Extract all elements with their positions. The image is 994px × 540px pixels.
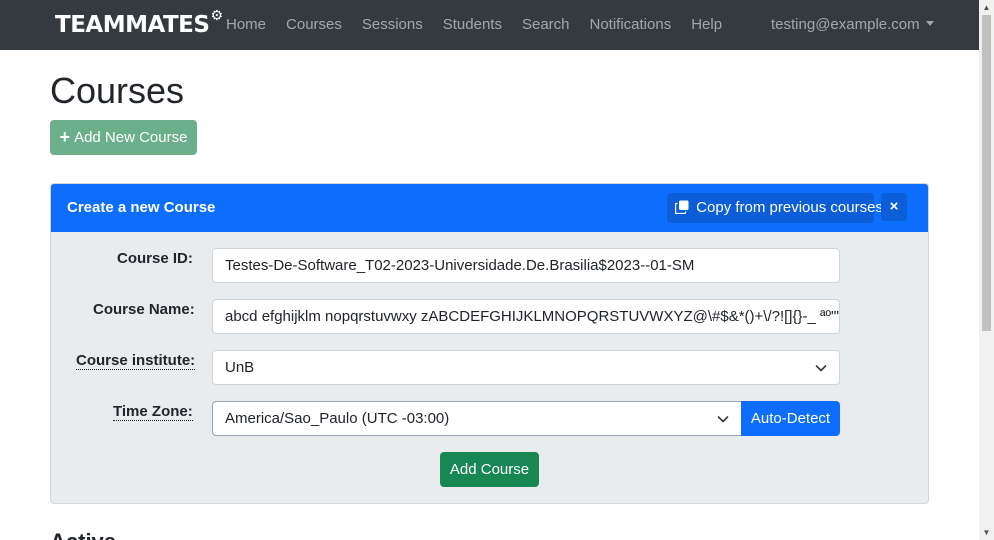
course-institute-label: Course institute: <box>76 352 196 370</box>
chevron-down-icon <box>815 365 827 372</box>
brand-text: TEAMMATES <box>55 12 210 38</box>
copy-icon <box>675 200 689 214</box>
add-new-course-button[interactable]: + Add New Course <box>50 120 197 155</box>
scroll-up-arrow-icon[interactable]: ▲ <box>979 0 994 15</box>
course-institute-select[interactable]: UnB <box>212 350 840 385</box>
time-zone-select[interactable]: America/Sao_Paulo (UTC -03:00) <box>212 401 742 436</box>
scroll-down-arrow-icon[interactable]: ▼ <box>979 525 994 540</box>
page-scrollbar[interactable]: ▲ ▼ <box>979 0 994 540</box>
course-institute-label-text: Course institute: <box>76 352 196 370</box>
nav-notifications[interactable]: Notifications <box>580 0 682 50</box>
card-title: Create a new Course <box>67 199 216 216</box>
card-header: Create a new Course Copy from previous c… <box>51 184 928 232</box>
nav-links: Home Courses Sessions Students Search No… <box>216 0 732 50</box>
brand-logo[interactable]: TEAMMATES ⚙ <box>55 7 223 43</box>
scroll-thumb[interactable] <box>982 15 991 331</box>
chevron-down-icon <box>717 416 729 423</box>
active-courses-heading: Active <box>50 530 116 540</box>
add-course-submit-button[interactable]: Add Course <box>440 452 539 487</box>
page-title: Courses <box>50 70 185 111</box>
time-zone-label-text: Time Zone: <box>113 403 193 421</box>
course-id-input[interactable]: Testes-De-Software_T02-2023-Universidade… <box>212 248 840 283</box>
add-new-course-label: Add New Course <box>74 129 188 146</box>
caret-down-icon <box>925 21 934 26</box>
course-name-label: Course Name: <box>93 301 195 318</box>
create-course-card: Create a new Course Copy from previous c… <box>50 183 929 504</box>
auto-detect-button[interactable]: Auto-Detect <box>741 401 840 436</box>
nav-help[interactable]: Help <box>681 0 732 50</box>
copy-from-previous-button[interactable]: Copy from previous courses <box>667 193 883 223</box>
nav-home[interactable]: Home <box>216 0 276 50</box>
nav-courses[interactable]: Courses <box>276 0 352 50</box>
nav-students[interactable]: Students <box>433 0 512 50</box>
close-card-button[interactable]: × <box>881 193 907 221</box>
course-name-input[interactable]: abcd efghijklm nopqrstuvwxy zABCDEFGHIJK… <box>212 299 840 334</box>
plus-icon: + <box>59 127 71 147</box>
user-menu[interactable]: testing@example.com <box>771 0 934 50</box>
copy-from-previous-label: Copy from previous courses <box>696 199 883 216</box>
time-zone-label: Time Zone: <box>113 403 193 421</box>
time-zone-value: America/Sao_Paulo (UTC -03:00) <box>225 410 450 427</box>
nav-sessions[interactable]: Sessions <box>352 0 433 50</box>
course-id-label: Course ID: <box>117 250 193 267</box>
user-email: testing@example.com <box>771 16 920 33</box>
top-navbar: TEAMMATES ⚙ Home Courses Sessions Studen… <box>0 0 979 50</box>
course-institute-value: UnB <box>225 359 255 376</box>
nav-search[interactable]: Search <box>512 0 580 50</box>
viewport: TEAMMATES ⚙ Home Courses Sessions Studen… <box>0 0 994 540</box>
